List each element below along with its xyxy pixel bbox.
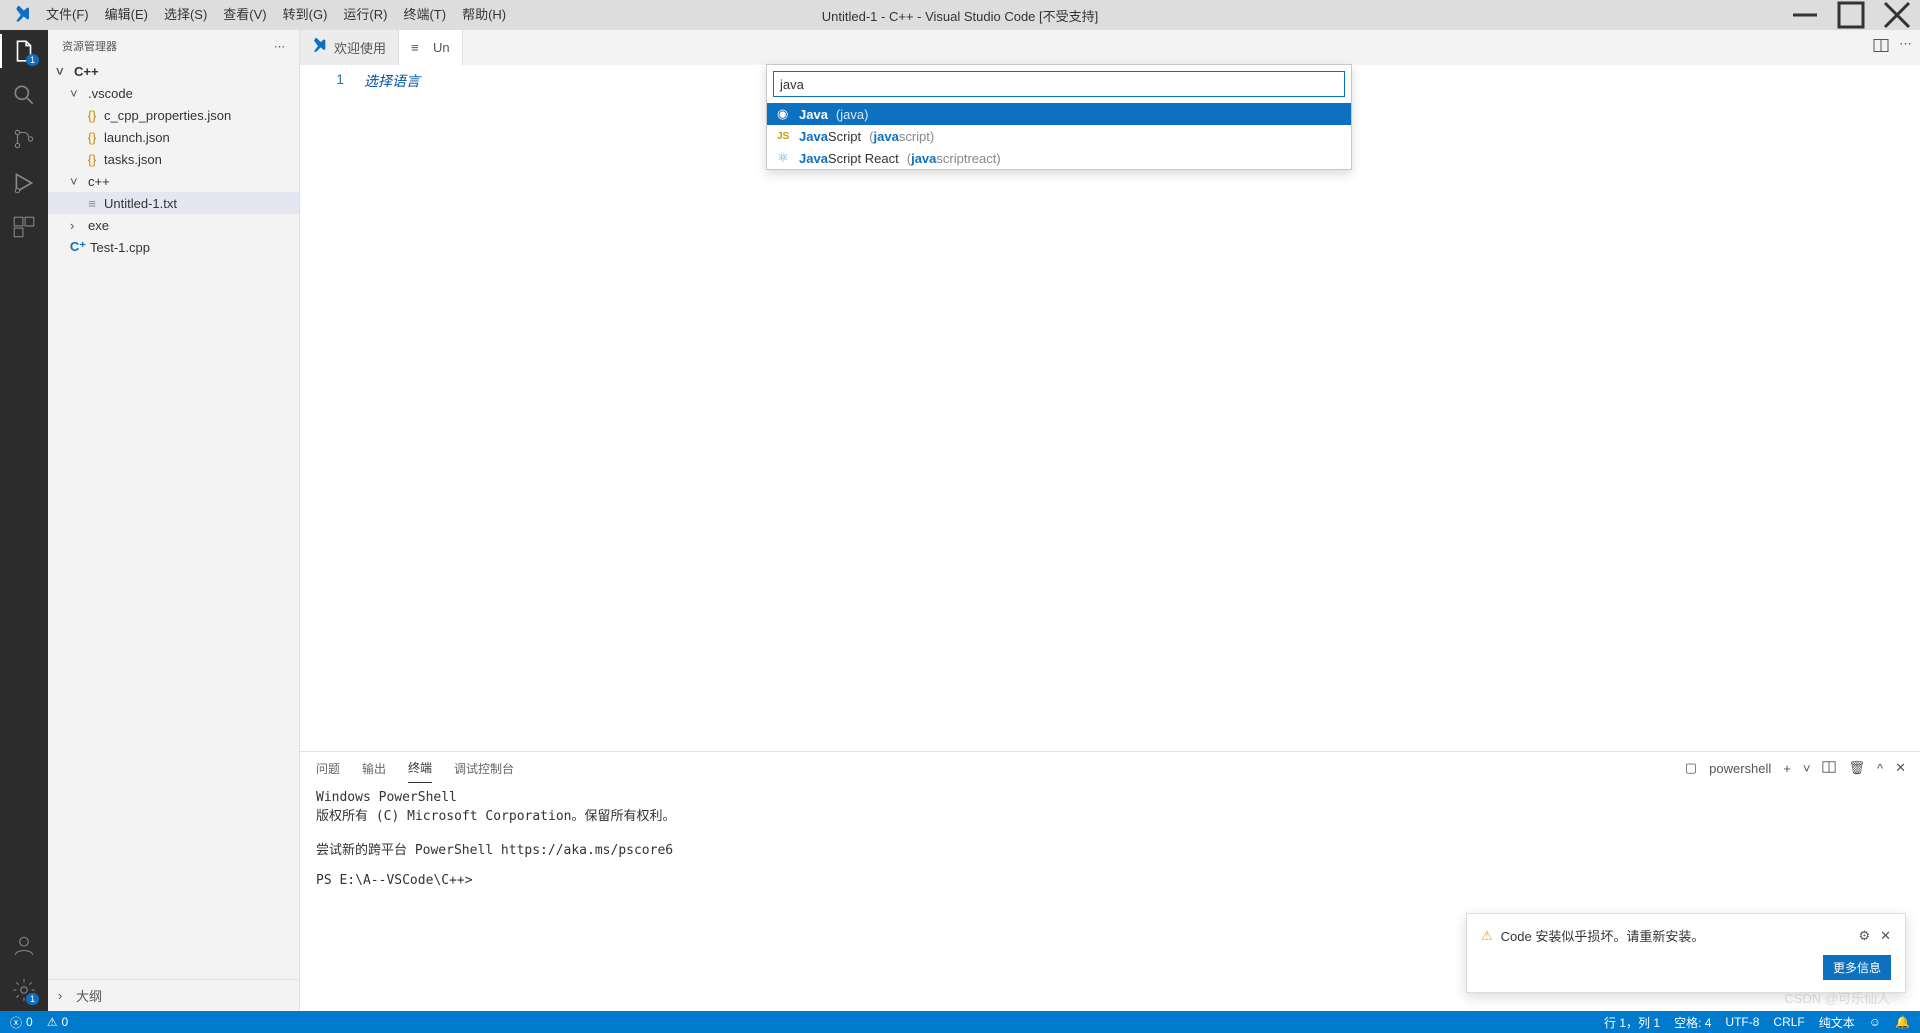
settings-badge: 1 (26, 993, 39, 1005)
menu-run[interactable]: 运行(R) (335, 0, 395, 30)
vscode-icon (312, 38, 328, 57)
terminal-dropdown-icon[interactable]: ˅ (1803, 761, 1811, 776)
menu-bar: 文件(F) 编辑(E) 选择(S) 查看(V) 转到(G) 运行(R) 终端(T… (38, 0, 514, 30)
menu-edit[interactable]: 编辑(E) (97, 0, 156, 30)
watermark: CSDN @可乐仙人 (1784, 988, 1890, 1007)
tab-label: Un (433, 40, 450, 55)
status-feedback-icon[interactable]: ☺ (1869, 1015, 1881, 1029)
terminal-shell-icon[interactable]: ▢ (1685, 760, 1697, 776)
status-language[interactable]: 纯文本 (1819, 1014, 1855, 1031)
menu-go[interactable]: 转到(G) (275, 0, 336, 30)
warning-icon: ⚠ (1481, 928, 1493, 944)
explorer-sidebar: 资源管理器 ⋯ ˅C++ ˅.vscode {}c_cpp_properties… (48, 30, 300, 1011)
folder-vscode[interactable]: ˅.vscode (48, 82, 299, 104)
file-test-1-cpp[interactable]: C⁺Test-1.cpp (48, 236, 299, 258)
activity-extensions[interactable] (11, 214, 37, 240)
activity-bar: 1 1 (0, 30, 48, 1011)
java-icon: ◉ (777, 106, 791, 122)
terminal-new-icon[interactable]: + (1783, 761, 1791, 776)
split-editor-icon[interactable] (1873, 36, 1889, 55)
file-launch-json[interactable]: {}launch.json (48, 126, 299, 148)
tab-welcome[interactable]: 欢迎使用 (300, 30, 399, 65)
notification-toast: ⚠ Code 安装似乎损坏。请重新安装。 ⚙ ✕ 更多信息 (1466, 913, 1906, 993)
notification-more-info-button[interactable]: 更多信息 (1823, 955, 1891, 980)
tab-untitled[interactable]: ≡ Un (399, 30, 463, 65)
error-icon: ⓧ (10, 1014, 22, 1031)
quick-input-field[interactable]: java (773, 71, 1345, 97)
explorer-badge: 1 (26, 54, 39, 66)
quick-item-javascript[interactable]: JS JavaScript (javascript) (767, 125, 1351, 147)
file-untitled-1[interactable]: ≡Untitled-1.txt (48, 192, 299, 214)
status-eol[interactable]: CRLF (1773, 1015, 1804, 1029)
status-bell-icon[interactable]: 🔔 (1895, 1015, 1910, 1029)
tab-label: 欢迎使用 (334, 38, 386, 57)
terminal-trash-icon[interactable]: 🗑 (1848, 760, 1865, 776)
maximize-button[interactable] (1828, 0, 1874, 30)
status-errors[interactable]: ⓧ0 (10, 1014, 33, 1031)
quick-input: java ◉ Java (java) JS JavaScript (javasc… (766, 64, 1352, 170)
js-icon: JS (777, 131, 791, 142)
file-tasks-json[interactable]: {}tasks.json (48, 148, 299, 170)
notification-close-icon[interactable]: ✕ (1880, 928, 1891, 944)
folder-cpp[interactable]: ˅c++ (48, 170, 299, 192)
status-indent[interactable]: 空格: 4 (1674, 1014, 1711, 1031)
activity-explorer[interactable]: 1 (11, 38, 37, 64)
menu-file[interactable]: 文件(F) (38, 0, 97, 30)
terminal-close-icon[interactable]: ✕ (1895, 760, 1906, 776)
notification-gear-icon[interactable]: ⚙ (1858, 928, 1870, 944)
tree-root[interactable]: ˅C++ (48, 60, 299, 82)
panel-tab-problems[interactable]: 问题 (316, 754, 340, 783)
menu-selection[interactable]: 选择(S) (156, 0, 215, 30)
explorer-more-icon[interactable]: ⋯ (274, 40, 285, 53)
menu-view[interactable]: 查看(V) (215, 0, 274, 30)
file-c-cpp-properties[interactable]: {}c_cpp_properties.json (48, 104, 299, 126)
terminal-shell-label[interactable]: powershell (1709, 761, 1771, 776)
vscode-logo-icon (14, 6, 32, 24)
minimize-button[interactable] (1782, 0, 1828, 30)
titlebar: 文件(F) 编辑(E) 选择(S) 查看(V) 转到(G) 运行(R) 终端(T… (0, 0, 1920, 30)
activity-run[interactable] (11, 170, 37, 196)
outline-section[interactable]: ›大纲 (48, 979, 299, 1011)
text-file-icon: ≡ (411, 40, 427, 55)
editor-area: 欢迎使用 ≡ Un ⋯ 1 选择语言 java ◉ Java (java) (300, 30, 1920, 1011)
activity-scm[interactable] (11, 126, 37, 152)
status-cursor-position[interactable]: 行 1，列 1 (1604, 1014, 1660, 1031)
menu-terminal[interactable]: 终端(T) (395, 0, 454, 30)
activity-settings[interactable]: 1 (11, 977, 37, 1003)
panel-tab-output[interactable]: 输出 (362, 754, 386, 783)
warning-icon: ⚠ (47, 1015, 58, 1029)
status-warnings[interactable]: ⚠0 (47, 1015, 68, 1029)
notification-message: Code 安装似乎损坏。请重新安装。 (1501, 926, 1851, 945)
react-icon: ⚛ (777, 150, 791, 166)
menu-help[interactable]: 帮助(H) (454, 0, 514, 30)
quick-item-java[interactable]: ◉ Java (java) (767, 103, 1351, 125)
activity-accounts[interactable] (11, 933, 37, 959)
line-numbers: 1 (300, 65, 364, 751)
editor-tabs: 欢迎使用 ≡ Un (300, 30, 1920, 65)
explorer-title: 资源管理器 (62, 38, 117, 54)
panel-tab-terminal[interactable]: 终端 (408, 753, 432, 783)
panel-tab-debug-console[interactable]: 调试控制台 (454, 754, 514, 783)
editor-more-icon[interactable]: ⋯ (1899, 36, 1912, 55)
quick-item-javascript-react[interactable]: ⚛ JavaScript React (javascriptreact) (767, 147, 1351, 169)
close-button[interactable] (1874, 0, 1920, 30)
folder-exe[interactable]: ›exe (48, 214, 299, 236)
window-title: Untitled-1 - C++ - Visual Studio Code [不… (822, 6, 1099, 25)
file-tree: ˅C++ ˅.vscode {}c_cpp_properties.json {}… (48, 60, 299, 979)
activity-search[interactable] (11, 82, 37, 108)
status-bar: ⓧ0 ⚠0 行 1，列 1 空格: 4 UTF-8 CRLF 纯文本 ☺ 🔔 (0, 1011, 1920, 1033)
status-encoding[interactable]: UTF-8 (1725, 1015, 1759, 1029)
terminal-maximize-icon[interactable]: ^ (1877, 761, 1883, 776)
terminal-split-icon[interactable] (1822, 760, 1836, 777)
